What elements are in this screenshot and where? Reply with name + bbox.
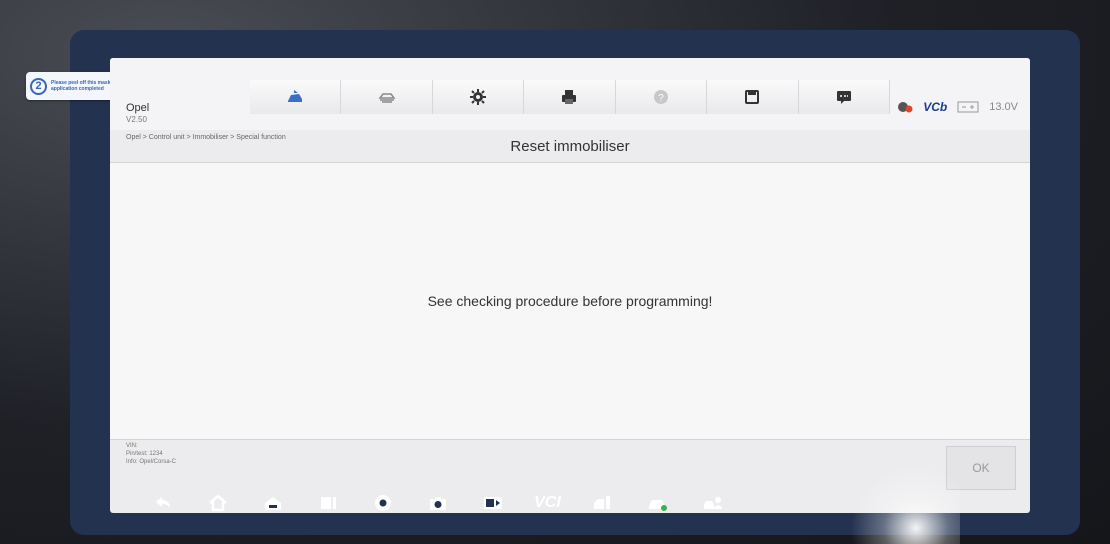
car-home-icon <box>288 90 303 102</box>
sticker-number: 2 <box>30 77 47 95</box>
vin-label: VIN: <box>126 443 138 449</box>
tablet-screen: ? Opel V2.50 VCb 13.0V Opel > Control un… <box>110 58 1030 513</box>
apps-icon <box>320 497 336 509</box>
vehicle-make: Opel <box>126 102 150 114</box>
battery-test-button[interactable] <box>575 493 630 513</box>
car-home-icon <box>264 497 281 510</box>
model-info: Info: Opel/Corsa-C <box>126 459 177 465</box>
status-area: VCb 13.0V <box>897 100 1018 114</box>
voltage-reading: 13.0V <box>989 101 1018 113</box>
settings-icon <box>470 89 487 105</box>
vehicle-diag-icon <box>648 500 667 511</box>
remote-support-icon <box>703 497 722 509</box>
vehicle-diag-button[interactable] <box>630 493 685 513</box>
settings-button[interactable] <box>432 80 525 114</box>
battery-icon <box>957 101 979 113</box>
save-button[interactable] <box>707 80 799 114</box>
toolbar: ? <box>250 80 890 114</box>
home-button[interactable] <box>190 493 245 513</box>
chrome-icon <box>374 495 391 511</box>
software-version: V2.50 <box>126 115 147 124</box>
content-area: See checking procedure before programmin… <box>110 162 1030 440</box>
screen-glare <box>850 464 960 544</box>
camera-icon <box>429 497 446 510</box>
top-bar: ? Opel V2.50 VCb 13.0V <box>110 58 1030 130</box>
print-icon <box>562 90 577 104</box>
back-button[interactable] <box>135 493 190 513</box>
remote-support-button[interactable] <box>685 493 740 513</box>
vci-status: VCb <box>923 100 948 114</box>
camera-button[interactable] <box>410 493 465 513</box>
vci-icon: VCI <box>534 494 561 511</box>
chrome-button[interactable] <box>355 493 410 513</box>
apps-button[interactable] <box>300 493 355 513</box>
page-title: Reset immobiliser <box>510 138 630 155</box>
tablet-device: 2 Please peel off this mask AFTER applic… <box>0 0 1110 544</box>
vci-button[interactable]: VCI <box>520 494 575 512</box>
help-button[interactable]: ? <box>615 80 708 114</box>
data-logging-icon <box>836 91 851 104</box>
procedure-message: See checking procedure before programmin… <box>427 293 713 309</box>
battery-test-icon <box>593 496 610 509</box>
android-nav-bar: VCI <box>135 488 805 518</box>
car-home-button[interactable] <box>250 80 342 114</box>
save-icon <box>745 90 760 104</box>
back-icon <box>155 497 170 508</box>
help-icon: ? <box>653 90 668 104</box>
print-button[interactable] <box>524 80 616 114</box>
pin-info: Pin/test: 1234 <box>126 451 163 457</box>
vehicle-info: VIN: Pin/test: 1234 Info: Opel/Corsa-C <box>126 442 176 466</box>
vehicle-menu-icon <box>378 93 396 103</box>
vehicle-menu-button[interactable] <box>341 80 433 114</box>
data-logging-button[interactable] <box>798 80 890 114</box>
car-home-nav-button[interactable] <box>245 493 300 513</box>
screen-record-button[interactable] <box>465 493 520 513</box>
screen-record-icon <box>483 497 502 509</box>
svg-text:?: ? <box>658 93 664 104</box>
network-icon <box>898 102 913 113</box>
home-icon <box>208 494 227 512</box>
